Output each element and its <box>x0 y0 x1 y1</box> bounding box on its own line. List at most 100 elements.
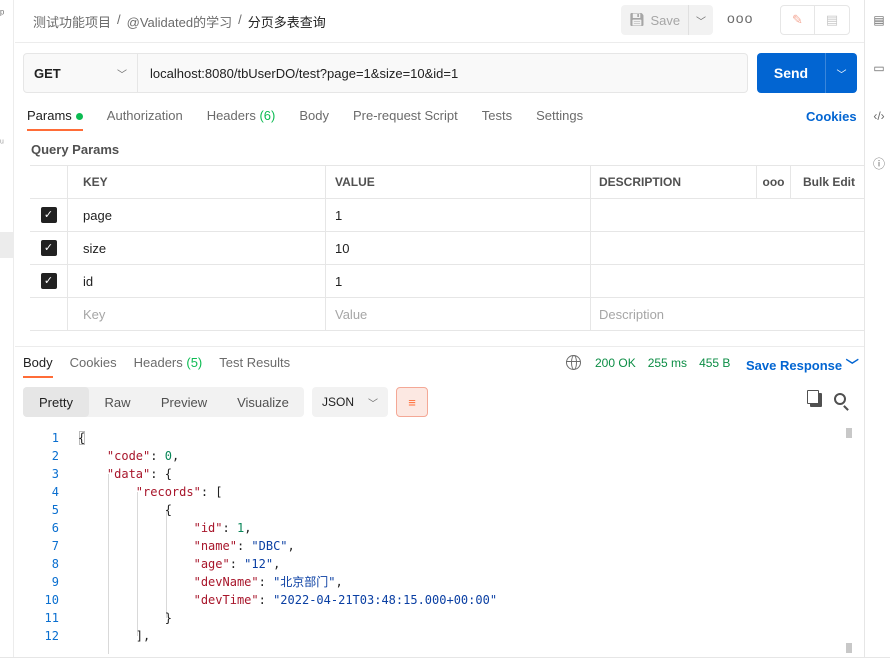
save-button-group: 💾︎ Save ﹀ <box>621 5 713 35</box>
request-tabs: Params Authorization Headers (6) Body Pr… <box>27 108 607 131</box>
code-text: { <box>78 503 172 517</box>
comments-icon[interactable]: ▭ <box>871 60 887 76</box>
tab-label: Body <box>23 355 53 370</box>
param-value-cell[interactable]: 1 <box>326 199 591 231</box>
wrap-lines-button[interactable]: ≡ <box>396 387 428 417</box>
bulk-edit-button[interactable]: Bulk Edit <box>791 166 864 198</box>
param-checkbox[interactable]: ✓ <box>40 273 57 289</box>
tab-body[interactable]: Body <box>299 108 329 131</box>
copy-icon[interactable] <box>807 390 822 407</box>
param-key-cell[interactable]: page <box>68 199 326 231</box>
param-description-cell[interactable] <box>591 199 864 231</box>
save-dropdown-chevron-icon[interactable]: ﹀ <box>689 5 713 35</box>
param-value-cell[interactable]: 1 <box>326 265 591 297</box>
breadcrumb-collection[interactable]: @Validated的学习 <box>127 12 232 31</box>
tab-label: Params <box>27 108 72 123</box>
query-params-title: Query Params <box>31 142 120 157</box>
tab-authorization[interactable]: Authorization <box>107 108 183 131</box>
line-number: 8 <box>51 557 59 571</box>
params-active-dot-icon <box>75 113 83 121</box>
save-response-button[interactable]: Save Response ﹀ <box>746 355 859 374</box>
code-line: 12 ], <box>15 627 855 645</box>
code-scrollbar[interactable] <box>846 428 852 653</box>
scrollbar-thumb-top[interactable] <box>846 428 852 438</box>
column-header-value: VALUE <box>326 166 591 198</box>
info-icon[interactable]: ⓘ <box>871 156 887 172</box>
breadcrumb-workspace[interactable]: 测试功能项目 <box>33 12 111 31</box>
tab-label: Cookies <box>69 355 117 370</box>
scrollbar-thumb-bottom[interactable] <box>846 643 852 653</box>
chevron-down-icon: ﹀ <box>845 358 859 373</box>
response-tab-headers[interactable]: Headers (5) <box>134 355 203 378</box>
param-description-cell[interactable] <box>591 265 864 297</box>
param-checkbox[interactable]: ✓ <box>40 207 57 223</box>
sidebar-partial-text: ᵘ <box>0 138 4 149</box>
response-time[interactable]: 255 ms <box>648 356 687 370</box>
tab-label: Headers <box>206 108 256 123</box>
json-value: "2022-04-21T03:48:15.000+00:00" <box>273 593 498 607</box>
param-description-cell[interactable] <box>591 232 864 264</box>
save-button[interactable]: 💾︎ Save <box>621 5 689 35</box>
status-bar <box>0 657 890 667</box>
status-code[interactable]: 200 OK <box>595 356 636 370</box>
code-text: "devTime": "2022-04-21T03:48:15.000+00:0… <box>193 593 498 607</box>
search-icon[interactable] <box>834 393 846 405</box>
new-value-input[interactable]: Value <box>326 298 591 330</box>
save-icon: 💾︎ <box>628 12 646 27</box>
param-checkbox[interactable]: ✓ <box>40 240 57 256</box>
documentation-icon[interactable]: ▤ <box>871 12 887 28</box>
line-number: 9 <box>51 575 59 589</box>
param-key-cell[interactable]: size <box>68 232 326 264</box>
code-text: "devName": "北京部门", <box>193 575 343 589</box>
edit-pencil-icon[interactable]: ✎ <box>781 6 815 34</box>
left-sidebar-strip: ᵖ ᵘ <box>0 0 14 667</box>
table-row: ✓ page 1 <box>30 199 864 232</box>
column-options-button[interactable]: ooo <box>757 166 791 198</box>
response-body-editor[interactable]: 1{ 2 "code": 0, 3 "data": { 4 "records":… <box>15 429 855 654</box>
response-tab-body[interactable]: Body <box>23 355 53 378</box>
sidebar-partial-icon[interactable]: ᵖ <box>0 8 4 20</box>
more-options-button[interactable]: ooo <box>727 10 753 26</box>
breadcrumb-request-name[interactable]: 分页多表查询 <box>248 12 326 31</box>
send-button[interactable]: Send <box>757 53 825 93</box>
url-value: localhost:8080/tbUserDO/test?page=1&size… <box>150 65 459 81</box>
format-select[interactable]: JSON ﹀ <box>312 387 388 417</box>
param-value-cell[interactable]: 10 <box>326 232 591 264</box>
param-key-cell[interactable]: id <box>68 265 326 297</box>
new-key-input[interactable]: Key <box>68 298 326 330</box>
table-header-row: KEY VALUE DESCRIPTION ooo Bulk Edit <box>30 166 864 199</box>
line-number: 2 <box>51 449 59 463</box>
response-size[interactable]: 455 B <box>699 356 730 370</box>
new-description-input[interactable]: Description <box>591 298 864 330</box>
response-divider[interactable] <box>15 346 864 347</box>
tab-settings[interactable]: Settings <box>536 108 583 131</box>
line-number: 10 <box>44 593 59 607</box>
breadcrumb-separator: / <box>117 12 121 27</box>
view-tab-raw[interactable]: Raw <box>89 387 146 417</box>
code-icon[interactable]: ‹/› <box>871 108 887 124</box>
header-check-cell <box>30 166 68 198</box>
send-dropdown-chevron-icon[interactable]: ﹀ <box>825 53 857 93</box>
line-number: 3 <box>51 467 59 481</box>
response-tab-test-results[interactable]: Test Results <box>219 355 290 378</box>
code-line: 7 "name": "DBC", <box>15 537 855 555</box>
view-tab-visualize[interactable]: Visualize <box>222 387 304 417</box>
code-line: 4 "records": [ <box>15 483 855 501</box>
globe-icon[interactable] <box>566 355 581 370</box>
view-tab-pretty[interactable]: Pretty <box>23 387 89 417</box>
tab-headers[interactable]: Headers (6) <box>207 108 276 131</box>
tab-params[interactable]: Params <box>27 108 83 131</box>
cookies-link[interactable]: Cookies <box>806 109 857 124</box>
url-input[interactable]: localhost:8080/tbUserDO/test?page=1&size… <box>138 53 748 93</box>
response-tab-cookies[interactable]: Cookies <box>70 355 117 378</box>
sidebar-selected-item[interactable] <box>0 232 13 258</box>
method-select[interactable]: GET ﹀ <box>23 53 138 93</box>
comment-icon[interactable]: ▤ <box>815 6 849 34</box>
tab-tests[interactable]: Tests <box>482 108 512 131</box>
request-workspace: 测试功能项目 / @Validated的学习 / 分页多表查询 💾︎ Save … <box>15 0 864 667</box>
view-tab-preview[interactable]: Preview <box>146 387 222 417</box>
send-button-group: Send ﹀ <box>757 53 857 93</box>
code-text: ], <box>78 629 151 643</box>
code-text: "name": "DBC", <box>193 539 295 553</box>
tab-pre-request-script[interactable]: Pre-request Script <box>353 108 458 131</box>
